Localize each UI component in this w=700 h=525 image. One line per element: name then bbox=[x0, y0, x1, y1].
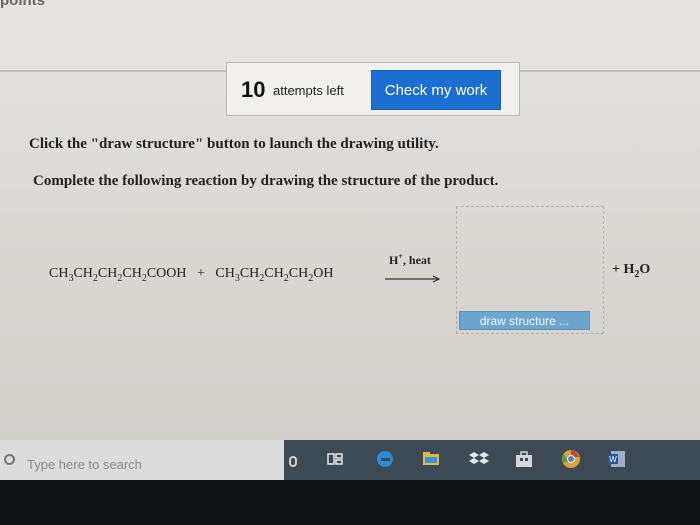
points-label: points bbox=[0, 0, 45, 9]
file-explorer-icon[interactable] bbox=[420, 448, 442, 470]
word-icon[interactable]: W bbox=[606, 448, 628, 470]
store-icon[interactable] bbox=[513, 448, 535, 470]
attempts-label: attempts left bbox=[273, 83, 344, 98]
microphone-icon[interactable] bbox=[289, 456, 297, 467]
reaction-arrow-icon bbox=[385, 275, 441, 283]
windows-taskbar: Type here to search W bbox=[0, 440, 700, 480]
cortana-icon bbox=[4, 454, 15, 465]
chrome-icon[interactable] bbox=[560, 448, 582, 470]
draw-structure-button[interactable]: draw structure ... bbox=[459, 311, 590, 330]
reaction-byproduct: + H2O bbox=[612, 262, 650, 280]
instruction-complete-reaction: Complete the following reaction by drawi… bbox=[33, 173, 499, 189]
search-input[interactable]: Type here to search bbox=[27, 457, 142, 472]
edge-icon[interactable] bbox=[374, 448, 396, 470]
dropbox-icon[interactable] bbox=[468, 448, 490, 470]
taskbar-search-box[interactable]: Type here to search bbox=[0, 440, 284, 480]
reactant-butanol: CH3CH2CH2CH2OH bbox=[215, 266, 334, 284]
reaction-conditions: H+, heat bbox=[389, 252, 431, 268]
reaction-reactants: CH3CH2CH2CH2COOH + CH3CH2CH2CH2OH bbox=[49, 266, 333, 284]
task-view-icon[interactable] bbox=[324, 448, 346, 470]
attempts-count: 10 bbox=[241, 77, 266, 102]
monitor-bezel bbox=[0, 480, 700, 525]
conditions-heat: , heat bbox=[402, 253, 431, 267]
check-my-work-button[interactable]: Check my work bbox=[371, 70, 501, 110]
attempts-toolbar: 10 attempts left Check my work bbox=[226, 62, 520, 116]
svg-text:W: W bbox=[609, 455, 617, 464]
reactant-pentanoic-acid: CH3CH2CH2CH2COOH bbox=[49, 266, 187, 284]
byproduct-water: H2O bbox=[623, 262, 651, 280]
instruction-draw-structure: Click the "draw structure" button to lau… bbox=[29, 136, 439, 152]
reaction-plus: + bbox=[196, 266, 205, 281]
byproduct-plus: + bbox=[612, 262, 620, 277]
conditions-reagent: H bbox=[389, 253, 399, 267]
